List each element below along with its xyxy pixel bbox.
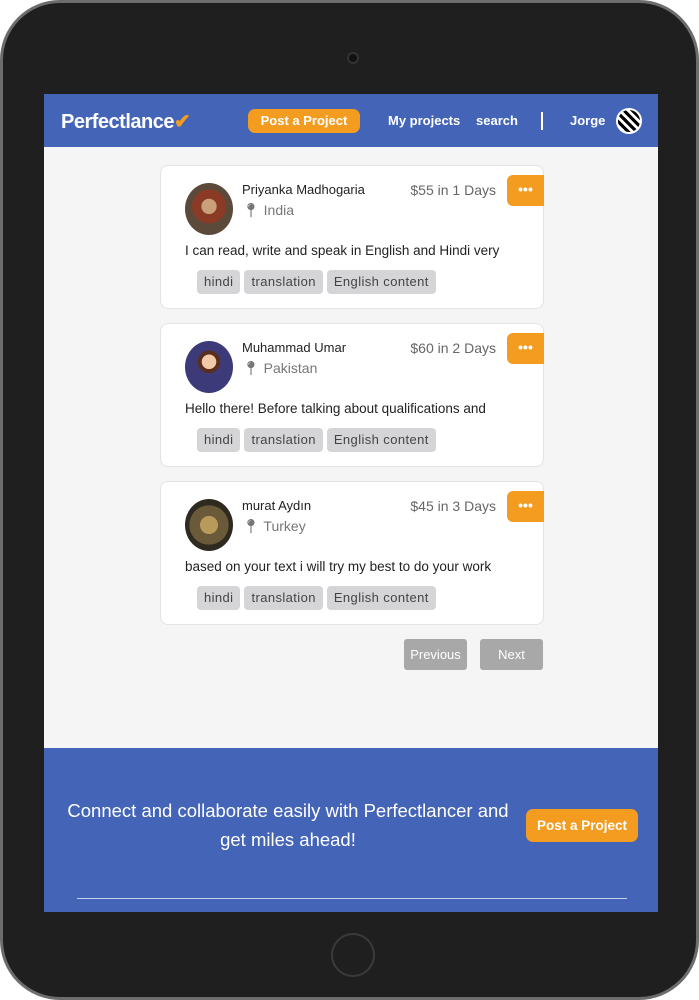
bid-description: Hello there! Before talking about qualif…	[185, 401, 486, 416]
avatar	[185, 341, 233, 393]
location: 📍︎ Turkey	[242, 518, 306, 535]
footer: Connect and collaborate easily with Perf…	[44, 748, 658, 912]
skill-tags: hindi translation English content	[197, 428, 436, 452]
more-options-button[interactable]: •••	[507, 175, 544, 206]
avatar	[185, 499, 233, 551]
tag: hindi	[197, 586, 241, 610]
skill-tags: hindi translation English content	[197, 586, 436, 610]
screen: Perfectlance✔ Post a Project My projects…	[44, 94, 658, 912]
tag: translation	[244, 270, 323, 294]
post-project-button[interactable]: Post a Project	[248, 109, 360, 133]
tablet-frame: Perfectlance✔ Post a Project My projects…	[0, 0, 699, 1000]
nav-search[interactable]: search	[476, 113, 518, 128]
tag: hindi	[197, 270, 241, 294]
footer-post-project-button[interactable]: Post a Project	[526, 809, 638, 842]
map-pin-icon: 📍︎	[242, 518, 260, 534]
previous-button[interactable]: Previous	[404, 639, 467, 670]
location-text: India	[263, 202, 295, 218]
more-options-button[interactable]: •••	[507, 333, 544, 364]
map-pin-icon: 📍︎	[242, 360, 260, 376]
user-name[interactable]: Jorge	[570, 113, 605, 128]
camera	[347, 52, 359, 64]
tag: hindi	[197, 428, 241, 452]
more-options-button[interactable]: •••	[507, 491, 544, 522]
tag: translation	[244, 428, 323, 452]
bid-card: Priyanka Madhogaria 📍︎ India $55 in 1 Da…	[160, 165, 544, 309]
bid-card: Muhammad Umar 📍︎ Pakistan $60 in 2 Days …	[160, 323, 544, 467]
freelancer-name[interactable]: Muhammad Umar	[242, 340, 346, 355]
freelancer-name[interactable]: murat Aydın	[242, 498, 311, 513]
header: Perfectlance✔ Post a Project My projects…	[44, 94, 658, 147]
bid-price: $55 in 1 Days	[410, 182, 496, 198]
user-avatar[interactable]	[616, 108, 642, 134]
skill-tags: hindi translation English content	[197, 270, 436, 294]
map-pin-icon: 📍︎	[242, 202, 260, 218]
logo[interactable]: Perfectlance✔	[61, 109, 191, 134]
home-button[interactable]	[331, 933, 375, 977]
tag: translation	[244, 586, 323, 610]
bid-card: murat Aydın 📍︎ Turkey $45 in 3 Days ••• …	[160, 481, 544, 625]
tag: English content	[326, 428, 436, 452]
tag: English content	[326, 586, 436, 610]
bid-price: $60 in 2 Days	[410, 340, 496, 356]
location: 📍︎ Pakistan	[242, 360, 317, 377]
bid-price: $45 in 3 Days	[410, 498, 496, 514]
footer-divider	[77, 898, 627, 899]
logo-text: Perfectlance	[61, 111, 174, 133]
tag: English content	[326, 270, 436, 294]
bid-description: based on your text i will try my best to…	[185, 559, 492, 574]
footer-tagline: Connect and collaborate easily with Perf…	[67, 800, 509, 850]
check-icon: ✔	[173, 111, 191, 133]
location-text: Turkey	[263, 518, 306, 534]
nav-divider	[541, 112, 543, 130]
avatar	[185, 183, 233, 235]
location-text: Pakistan	[263, 360, 318, 376]
bid-description: I can read, write and speak in English a…	[185, 243, 500, 258]
freelancer-name[interactable]: Priyanka Madhogaria	[242, 182, 365, 197]
location: 📍︎ India	[242, 202, 294, 219]
nav-my-projects[interactable]: My projects	[388, 113, 460, 128]
next-button[interactable]: Next	[480, 639, 543, 670]
